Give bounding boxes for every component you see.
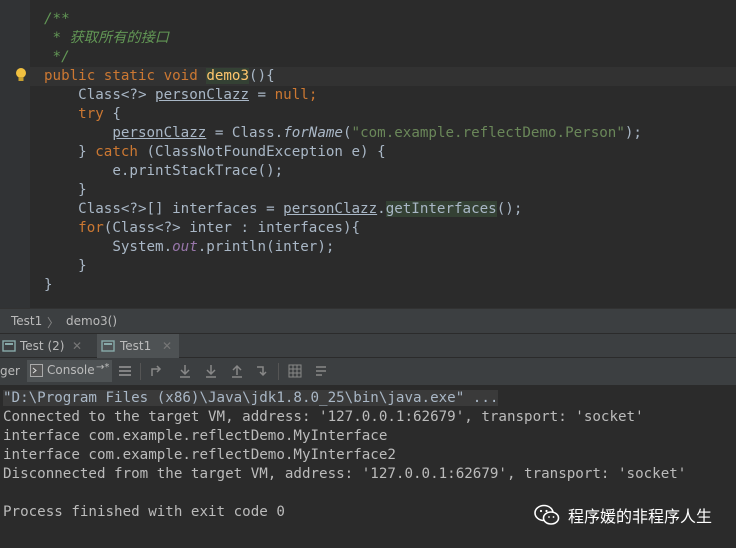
- code-text: ;: [308, 87, 318, 103]
- code-text: = Class.: [206, 125, 284, 141]
- console-line: interface com.example.reflectDemo.MyInte…: [3, 447, 396, 463]
- tab-debugger[interactable]: ger: [0, 364, 20, 378]
- console-label: Console: [47, 363, 95, 377]
- method-name: forName: [283, 125, 343, 141]
- step-over-icon[interactable]: [178, 364, 192, 378]
- string-literal: "com.example.reflectDemo.Person": [351, 125, 625, 141]
- run-config-icon: [2, 340, 16, 352]
- comment-text: */: [44, 49, 70, 65]
- command-line[interactable]: "D:\Program Files (x86)\Java\jdk1.8.0_25…: [3, 390, 499, 406]
- variable-name: personClazz: [283, 201, 378, 217]
- pin-icon: →*: [96, 362, 110, 373]
- code-text: {: [103, 106, 121, 122]
- breadcrumb-separator: 〉: [47, 316, 60, 330]
- code-text: Class<?>[] interfaces =: [44, 201, 284, 217]
- console-icon: [30, 364, 43, 377]
- tab-test-2[interactable]: Test (2) ✕: [0, 334, 88, 358]
- wechat-icon: [534, 504, 560, 525]
- field-name: out: [172, 239, 198, 255]
- code-line[interactable]: * 获取所有的接口: [44, 29, 169, 48]
- code-line[interactable]: e.printStackTrace();: [44, 162, 283, 181]
- console-line: interface com.example.reflectDemo.MyInte…: [3, 428, 388, 444]
- keyword: public: [44, 68, 96, 84]
- tab-test1[interactable]: Test1 ✕: [97, 334, 179, 358]
- code-line[interactable]: for(Class<?> inter : interfaces){: [44, 219, 360, 238]
- code-text: e.printStackTrace();: [44, 163, 284, 179]
- editor-gutter[interactable]: [0, 0, 30, 308]
- code-text: .println(inter);: [197, 239, 335, 255]
- comment-text: /**: [44, 11, 70, 27]
- method-call: getInterfaces: [385, 201, 497, 217]
- step-out-icon[interactable]: [230, 364, 244, 378]
- code-text: }: [44, 182, 87, 198]
- code-text: System.: [44, 239, 173, 255]
- breadcrumb-method[interactable]: demo3(): [66, 314, 117, 328]
- code-text: }: [44, 144, 96, 160]
- run-to-cursor-icon[interactable]: [256, 364, 270, 378]
- watermark: 程序媛的非程序人生: [534, 503, 712, 527]
- console-line: Connected to the target VM, address: '12…: [3, 409, 644, 425]
- code-text: .: [377, 201, 386, 217]
- code-line[interactable]: Class<?> personClazz = null;: [44, 86, 317, 105]
- code-line[interactable]: }: [44, 276, 53, 295]
- method-name: demo3: [206, 68, 250, 84]
- console-line: "D:\Program Files (x86)\Java\jdk1.8.0_25…: [3, 389, 499, 408]
- code-line[interactable]: */: [44, 48, 70, 67]
- tab-label: Test1: [120, 339, 152, 353]
- run-config-icon: [101, 340, 115, 352]
- code-text: =: [249, 87, 275, 103]
- keyword: try: [78, 106, 104, 122]
- code-editor[interactable]: /** * 获取所有的接口 */ public static void demo…: [0, 0, 736, 308]
- code-line[interactable]: personClazz = Class.forName("com.example…: [44, 124, 642, 143]
- close-icon[interactable]: ✕: [72, 334, 82, 358]
- keyword: null: [274, 87, 309, 103]
- close-icon[interactable]: ✕: [162, 334, 172, 358]
- trace-icon[interactable]: [314, 364, 328, 378]
- variable-name: personClazz: [155, 87, 250, 103]
- code-text: (: [342, 125, 352, 141]
- tab-console[interactable]: Console →*: [27, 360, 112, 382]
- lightbulb-icon[interactable]: [14, 67, 28, 83]
- code-line[interactable]: System.out.println(inter);: [44, 238, 334, 257]
- breadcrumb: Test1 〉 demo3(): [0, 308, 736, 334]
- code-text: (){: [249, 68, 275, 84]
- code-line[interactable]: /**: [44, 10, 70, 29]
- code-line-current[interactable]: public static void demo3(){: [30, 67, 736, 86]
- breadcrumb-class[interactable]: Test1: [11, 314, 42, 328]
- code-text: );: [624, 125, 642, 141]
- code-text: ();: [496, 201, 523, 217]
- keyword: for: [78, 220, 104, 236]
- code-text: (ClassNotFoundException e) {: [137, 144, 386, 160]
- code-line[interactable]: Class<?>[] interfaces = personClazz.getI…: [44, 200, 522, 219]
- code-line[interactable]: } catch (ClassNotFoundException e) {: [44, 143, 386, 162]
- debug-toolbar: ger Console →*: [0, 358, 736, 386]
- code-line[interactable]: }: [44, 257, 87, 276]
- keyword: catch: [95, 144, 138, 160]
- comment-text: * 获取所有的接口: [44, 30, 169, 46]
- step-into-icon[interactable]: [204, 364, 218, 378]
- code-line[interactable]: try {: [44, 105, 121, 124]
- watermark-text: 程序媛的非程序人生: [567, 507, 712, 526]
- code-text: }: [44, 277, 53, 293]
- code-line[interactable]: }: [44, 181, 87, 200]
- console-line: Process finished with exit code 0: [3, 504, 285, 520]
- evaluate-expression-icon[interactable]: [288, 364, 302, 378]
- show-execution-point-icon[interactable]: [150, 364, 164, 378]
- console-line: Disconnected from the target VM, address…: [3, 466, 687, 482]
- code-text: (Class<?> inter : interfaces){: [103, 220, 361, 236]
- keyword: static: [103, 68, 156, 84]
- variable-name: personClazz: [112, 125, 207, 141]
- code-text: }: [44, 258, 87, 274]
- tab-label: Test (2): [20, 339, 65, 353]
- run-tabs: Test (2) ✕ Test1 ✕: [0, 334, 736, 358]
- menu-icon[interactable]: [118, 364, 132, 378]
- code-text: Class<?>: [44, 87, 156, 103]
- keyword: void: [163, 68, 198, 84]
